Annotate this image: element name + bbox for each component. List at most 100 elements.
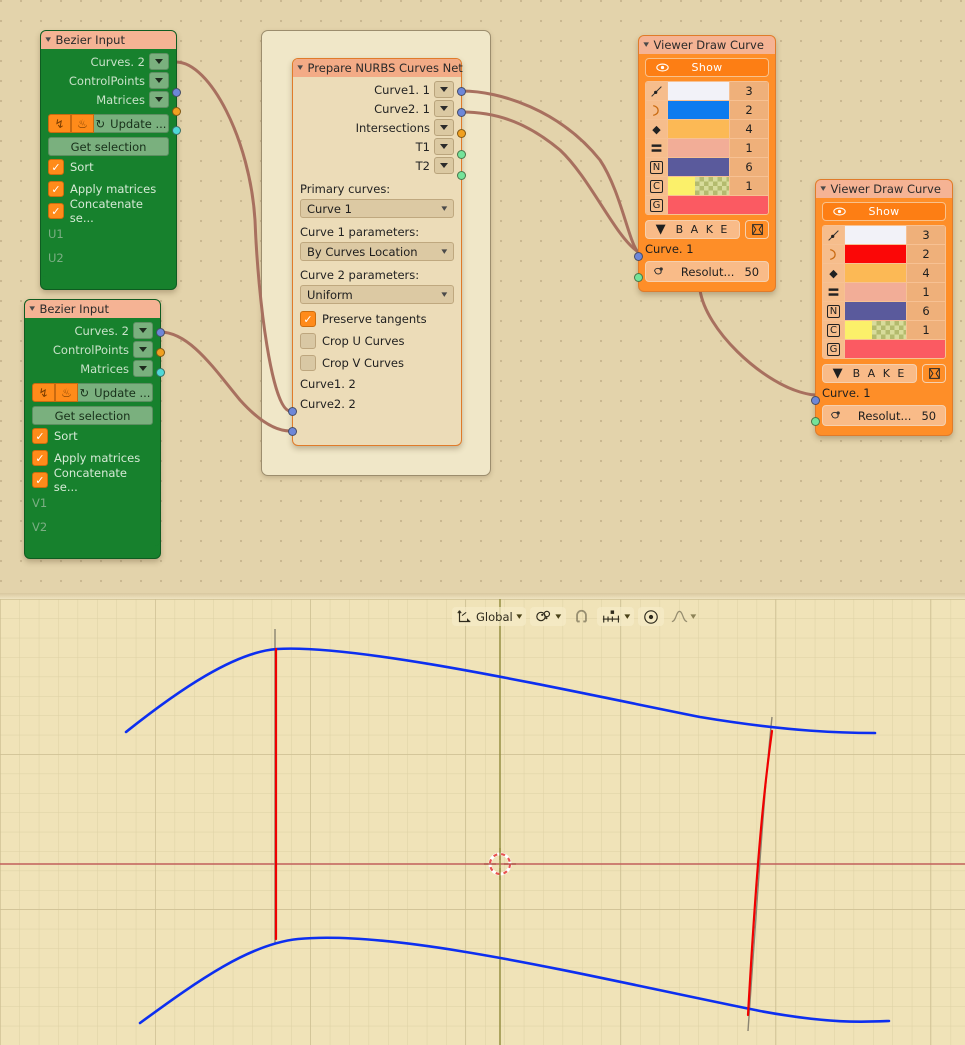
transform-orientation-group[interactable]: Global ▾ — [452, 607, 527, 626]
output-dropdown-button[interactable] — [133, 341, 153, 358]
update-button[interactable]: ↻ Update ... — [94, 114, 169, 133]
checkbox-crop-u-curves[interactable]: Crop U Curves — [300, 330, 454, 352]
input-socket-curve[interactable] — [811, 396, 820, 405]
proportional-falloff-group[interactable]: ▾ — [668, 607, 699, 626]
color-swatch[interactable] — [668, 139, 729, 157]
output-socket-curves[interactable] — [156, 328, 165, 337]
curve2-parameters-select[interactable]: Uniform ▾ — [300, 285, 454, 304]
get-selection-button[interactable]: Get selection — [32, 406, 153, 425]
output-socket-t2[interactable] — [457, 171, 466, 180]
output-socket-curve2[interactable] — [457, 108, 466, 117]
color-swatch[interactable] — [668, 120, 729, 138]
chevron-down-icon[interactable]: ▾ — [29, 300, 35, 318]
output-dropdown-button[interactable] — [434, 138, 454, 155]
resolution-field[interactable]: Resolut... 50 — [822, 405, 946, 426]
table-row[interactable]: 2 — [646, 101, 768, 120]
proportional-editing-group[interactable] — [638, 607, 665, 626]
checkbox-crop-v-curves[interactable]: Crop V Curves — [300, 352, 454, 374]
output-socket-matrices[interactable] — [156, 368, 165, 377]
bake-options-button[interactable] — [745, 220, 769, 239]
show-toggle-button[interactable]: Show — [822, 202, 946, 221]
output-row-curves[interactable]: Curves. 2 — [32, 321, 153, 340]
checkbox-icon[interactable] — [300, 355, 316, 371]
table-row[interactable]: 2 — [823, 245, 945, 264]
input-row-v2[interactable]: V2 — [32, 515, 153, 539]
table-row[interactable]: G — [646, 196, 768, 214]
bake-button[interactable]: ▼ B A K E — [822, 364, 917, 383]
output-row-intersections[interactable]: Intersections — [300, 118, 454, 137]
checkbox-icon[interactable]: ✓ — [300, 311, 316, 327]
checkbox-icon[interactable]: ✓ — [32, 450, 48, 466]
primary-curves-select[interactable]: Curve 1 ▾ — [300, 199, 454, 218]
bake-options-button[interactable] — [922, 364, 946, 383]
resolution-field[interactable]: Resolut... 50 — [645, 261, 769, 282]
output-row-matrices[interactable]: Matrices — [32, 359, 153, 378]
input-row-u2[interactable]: U2 — [48, 246, 169, 270]
output-dropdown-button[interactable] — [434, 119, 454, 136]
chevron-down-icon[interactable]: ▾ — [556, 612, 562, 622]
chevron-down-icon[interactable]: ▾ — [624, 612, 630, 622]
table-row[interactable]: 3 — [823, 226, 945, 245]
color-swatch[interactable] — [845, 245, 906, 263]
table-row[interactable]: G — [823, 340, 945, 358]
node-header[interactable]: ▾ Viewer Draw Curve — [816, 180, 952, 198]
chevron-down-icon[interactable]: ▾ — [643, 36, 649, 54]
chevron-down-icon[interactable]: ▾ — [297, 59, 303, 77]
output-socket-intersections[interactable] — [457, 129, 466, 138]
resolution-value[interactable]: 50 — [921, 409, 936, 423]
table-row[interactable]: N 6 — [823, 302, 945, 321]
checkbox-concatenate[interactable]: ✓ Concatenate se... — [48, 197, 169, 225]
value-cell[interactable]: 2 — [906, 245, 945, 263]
color-swatch[interactable] — [845, 340, 945, 358]
node-editor-canvas[interactable]: ▾ Bezier Input Curves. 2 ControlPoints M… — [0, 0, 965, 599]
input-socket-curve2-2[interactable] — [288, 427, 297, 436]
checkbox-icon[interactable]: ✓ — [32, 428, 48, 444]
input-socket-curve1-2[interactable] — [288, 407, 297, 416]
color-swatch[interactable] — [668, 196, 768, 214]
material-toggle-icon[interactable]: ♨ — [55, 383, 78, 402]
update-button[interactable]: ↻ Update ... — [78, 383, 153, 402]
value-cell[interactable]: 2 — [729, 101, 768, 119]
color-swatch[interactable] — [668, 158, 729, 176]
value-cell[interactable]: 4 — [906, 264, 945, 282]
viewport-header-toolbar[interactable]: Global ▾ ▾ ▾ ▾ — [452, 607, 699, 626]
chevron-down-icon[interactable]: ▾ — [516, 612, 522, 622]
update-button-group[interactable]: ↯ ♨ ↻ Update ... — [48, 114, 169, 133]
output-socket-controlpoints[interactable] — [156, 348, 165, 357]
color-swatch[interactable] — [668, 177, 729, 195]
output-dropdown-button[interactable] — [434, 81, 454, 98]
bake-button[interactable]: ▼ B A K E — [645, 220, 740, 239]
output-row-t2[interactable]: T2 — [300, 156, 454, 175]
color-swatch[interactable] — [845, 264, 906, 282]
value-cell[interactable]: 4 — [729, 120, 768, 138]
table-row[interactable]: 1 — [823, 283, 945, 302]
input-socket-curve[interactable] — [634, 252, 643, 261]
input-row-curve1-2[interactable]: Curve1. 2 — [300, 374, 454, 394]
input-socket-resolution[interactable] — [634, 273, 643, 282]
table-row[interactable]: C 1 — [823, 321, 945, 340]
checkbox-icon[interactable]: ✓ — [48, 181, 64, 197]
output-row-controlpoints[interactable]: ControlPoints — [32, 340, 153, 359]
value-cell[interactable]: 1 — [906, 283, 945, 301]
update-button-group[interactable]: ↯ ♨ ↻ Update ... — [32, 383, 153, 402]
curve-toggle-icon[interactable]: ↯ — [48, 114, 71, 133]
value-cell[interactable]: 3 — [729, 82, 768, 100]
pivot-point-group[interactable]: ▾ — [530, 607, 566, 626]
node-header[interactable]: ▾ Viewer Draw Curve — [639, 36, 775, 54]
resolution-value[interactable]: 50 — [744, 265, 759, 279]
input-row-v1[interactable]: V1 — [32, 491, 153, 515]
output-dropdown-button[interactable] — [149, 72, 169, 89]
color-swatch[interactable] — [845, 226, 906, 244]
checkbox-sort[interactable]: ✓ Sort — [32, 425, 153, 447]
chevron-down-icon[interactable]: ▾ — [691, 612, 697, 622]
checkbox-concatenate[interactable]: ✓ Concatenate se... — [32, 466, 153, 494]
input-socket-resolution[interactable] — [811, 417, 820, 426]
checkbox-preserve-tangents[interactable]: ✓ Preserve tangents — [300, 308, 454, 330]
node-prepare-nurbs-curves-net[interactable]: ▾ Prepare NURBS Curves Net Curve1. 1 Cur… — [288, 58, 466, 446]
chevron-down-icon[interactable]: ▾ — [45, 31, 51, 49]
checkbox-sort[interactable]: ✓ Sort — [48, 156, 169, 178]
curve-toggle-icon[interactable]: ↯ — [32, 383, 55, 402]
output-socket-curves[interactable] — [172, 88, 181, 97]
node-bezier-input-2[interactable]: ▾ Bezier Input Curves. 2 ControlPoints M… — [24, 299, 165, 559]
viewport-canvas[interactable] — [0, 599, 965, 1045]
